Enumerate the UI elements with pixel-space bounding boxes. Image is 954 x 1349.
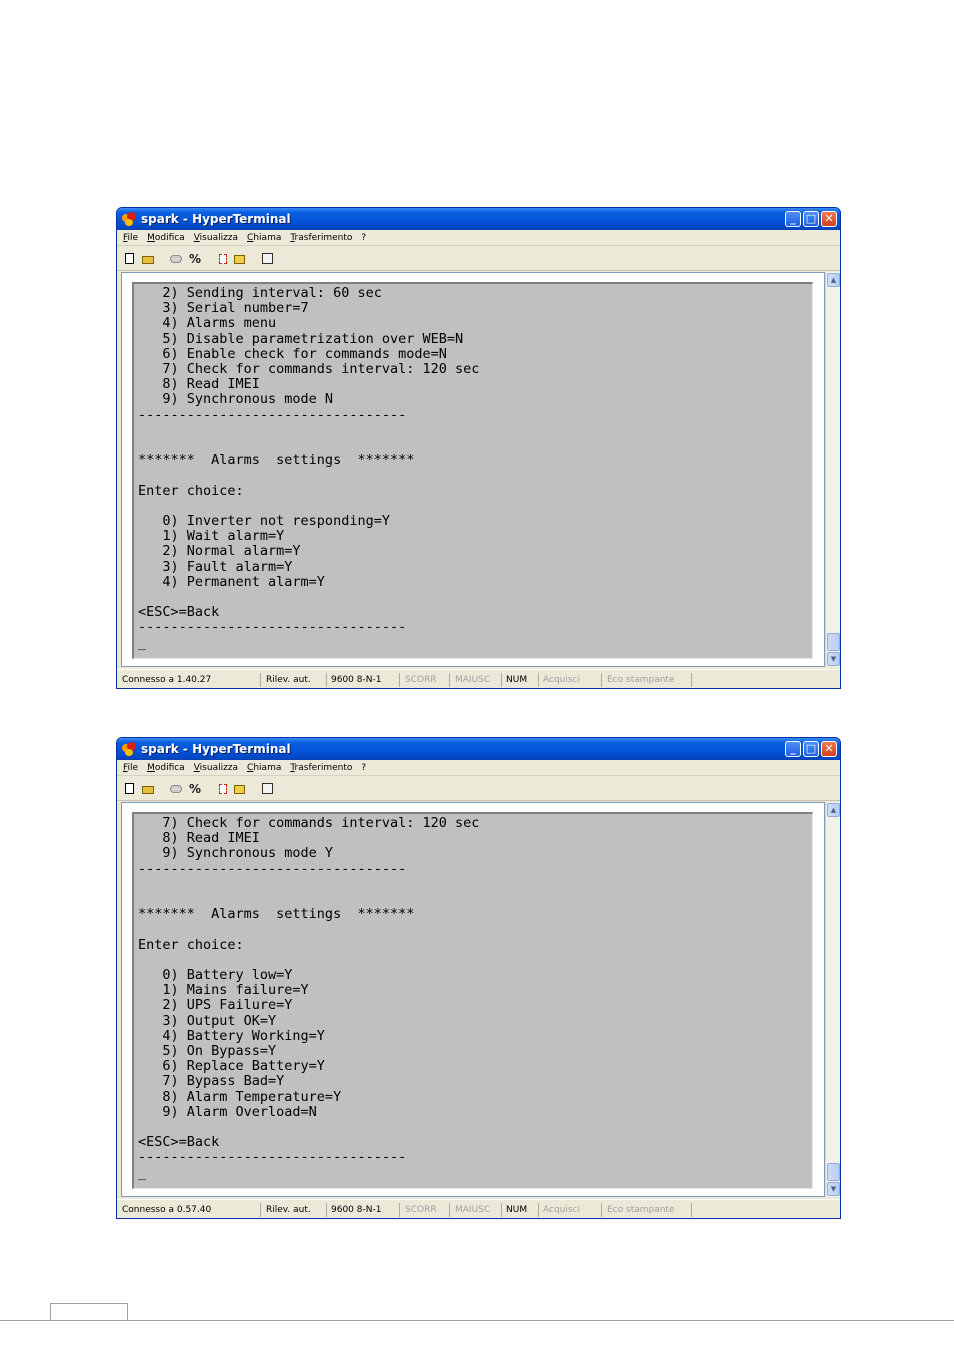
menu-visualizza[interactable]: Visualizza bbox=[194, 763, 238, 773]
receive-file-icon[interactable] bbox=[233, 782, 247, 796]
maximize-icon[interactable]: □ bbox=[803, 211, 819, 227]
toolbar: % bbox=[117, 777, 840, 801]
status-capture: Acquisci bbox=[540, 673, 602, 687]
toolbar: % bbox=[117, 247, 840, 271]
terminal-text: 7) Check for commands interval: 120 sec … bbox=[138, 815, 480, 1181]
hyperterminal-window-2: spark - HyperTerminal _ □ ✕ File Modific… bbox=[116, 737, 841, 1219]
menu-chiama[interactable]: Chiama bbox=[247, 763, 281, 773]
status-num: NUM bbox=[503, 1203, 539, 1217]
minimize-icon[interactable]: _ bbox=[785, 741, 801, 757]
status-caps: MAIUSC bbox=[452, 1203, 502, 1217]
status-echo: Eco stampante bbox=[604, 673, 692, 687]
hyperterminal-icon[interactable] bbox=[122, 212, 136, 226]
menu-file[interactable]: File bbox=[123, 763, 138, 773]
status-port: 9600 8-N-1 bbox=[328, 1203, 400, 1217]
status-scroll: SCORR bbox=[402, 673, 450, 687]
call-icon[interactable] bbox=[169, 252, 183, 266]
menu-chiama[interactable]: Chiama bbox=[247, 233, 281, 243]
open-folder-icon[interactable] bbox=[141, 782, 155, 796]
title-bar[interactable]: spark - HyperTerminal _ □ ✕ bbox=[117, 738, 840, 760]
menu-modifica[interactable]: Modifica bbox=[147, 763, 185, 773]
status-detect: Rilev. aut. bbox=[263, 673, 327, 687]
status-connected: Connesso a 0.57.40 bbox=[119, 1203, 261, 1217]
menu-trasferimento[interactable]: Trasferimento bbox=[290, 763, 352, 773]
status-bar: Connesso a 1.40.27 Rilev. aut. 9600 8-N-… bbox=[117, 669, 840, 688]
menu-bar: File Modifica Visualizza Chiama Trasferi… bbox=[117, 230, 840, 246]
status-num: NUM bbox=[503, 673, 539, 687]
close-icon[interactable]: ✕ bbox=[821, 741, 837, 757]
close-icon[interactable]: ✕ bbox=[821, 211, 837, 227]
status-caps: MAIUSC bbox=[452, 673, 502, 687]
window-title: spark - HyperTerminal bbox=[141, 742, 291, 756]
page-footer-tab bbox=[50, 1303, 128, 1321]
terminal-screen[interactable]: 2) Sending interval: 60 sec 3) Serial nu… bbox=[132, 282, 813, 659]
menu-modifica[interactable]: Modifica bbox=[147, 233, 185, 243]
hangup-icon[interactable]: % bbox=[187, 782, 201, 796]
scroll-down-icon[interactable]: ▼ bbox=[827, 1182, 840, 1196]
hyperterminal-window-1: spark - HyperTerminal _ □ ✕ File Modific… bbox=[116, 207, 841, 689]
send-file-icon[interactable] bbox=[215, 252, 229, 266]
hangup-icon[interactable]: % bbox=[187, 252, 201, 266]
page-footer-line bbox=[0, 1320, 954, 1321]
status-capture: Acquisci bbox=[540, 1203, 602, 1217]
menu-help[interactable]: ? bbox=[361, 763, 366, 773]
menu-bar: File Modifica Visualizza Chiama Trasferi… bbox=[117, 760, 840, 776]
vertical-scrollbar[interactable]: ▲ ▼ bbox=[825, 272, 840, 667]
terminal-client-area[interactable]: 2) Sending interval: 60 sec 3) Serial nu… bbox=[121, 272, 825, 667]
terminal-client-area[interactable]: 7) Check for commands interval: 120 sec … bbox=[121, 802, 825, 1197]
window-title: spark - HyperTerminal bbox=[141, 212, 291, 226]
minimize-icon[interactable]: _ bbox=[785, 211, 801, 227]
menu-file[interactable]: File bbox=[123, 233, 138, 243]
new-file-icon[interactable] bbox=[123, 782, 137, 796]
scroll-down-icon[interactable]: ▼ bbox=[827, 652, 840, 666]
menu-trasferimento[interactable]: Trasferimento bbox=[290, 233, 352, 243]
receive-file-icon[interactable] bbox=[233, 252, 247, 266]
call-icon[interactable] bbox=[169, 782, 183, 796]
status-port: 9600 8-N-1 bbox=[328, 673, 400, 687]
status-echo: Eco stampante bbox=[604, 1203, 692, 1217]
maximize-icon[interactable]: □ bbox=[803, 741, 819, 757]
scroll-thumb[interactable] bbox=[827, 1163, 840, 1181]
send-file-icon[interactable] bbox=[215, 782, 229, 796]
status-scroll: SCORR bbox=[402, 1203, 450, 1217]
open-folder-icon[interactable] bbox=[141, 252, 155, 266]
status-connected: Connesso a 1.40.27 bbox=[119, 673, 261, 687]
vertical-scrollbar[interactable]: ▲ ▼ bbox=[825, 802, 840, 1197]
title-bar[interactable]: spark - HyperTerminal _ □ ✕ bbox=[117, 208, 840, 230]
properties-icon[interactable] bbox=[261, 782, 275, 796]
terminal-text: 2) Sending interval: 60 sec 3) Serial nu… bbox=[138, 285, 480, 651]
hyperterminal-icon[interactable] bbox=[122, 742, 136, 756]
menu-help[interactable]: ? bbox=[361, 233, 366, 243]
scroll-up-icon[interactable]: ▲ bbox=[827, 273, 840, 287]
status-detect: Rilev. aut. bbox=[263, 1203, 327, 1217]
scroll-up-icon[interactable]: ▲ bbox=[827, 803, 840, 817]
status-bar: Connesso a 0.57.40 Rilev. aut. 9600 8-N-… bbox=[117, 1199, 840, 1218]
menu-visualizza[interactable]: Visualizza bbox=[194, 233, 238, 243]
properties-icon[interactable] bbox=[261, 252, 275, 266]
terminal-screen[interactable]: 7) Check for commands interval: 120 sec … bbox=[132, 812, 813, 1189]
new-file-icon[interactable] bbox=[123, 252, 137, 266]
scroll-thumb[interactable] bbox=[827, 633, 840, 651]
